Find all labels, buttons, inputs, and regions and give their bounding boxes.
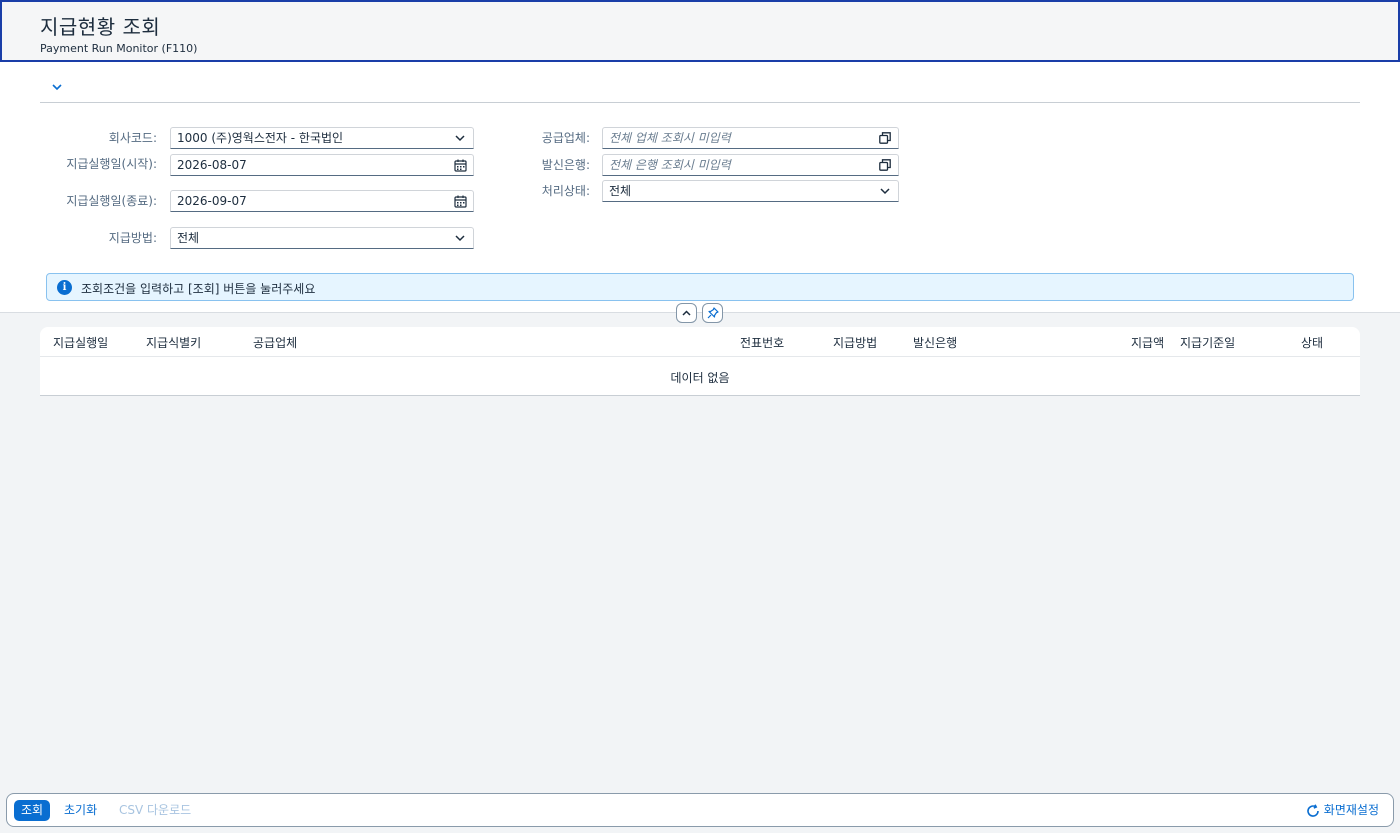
col-header-run-id[interactable]: 지급식별키 [146,334,201,351]
calendar-icon[interactable] [453,194,467,208]
reset-button[interactable]: 초기화 [64,800,97,821]
chevron-up-icon [682,309,691,316]
collapse-header-button[interactable] [676,303,697,323]
col-header-vendor[interactable]: 공급업체 [253,334,297,351]
refresh-icon [1307,803,1319,817]
status-label: 처리상태: [541,184,590,198]
vendor-placeholder: 전체 업체 조회시 미입력 [609,131,731,145]
col-header-house-bank[interactable]: 발신은행 [913,334,957,351]
page-subtitle: Payment Run Monitor (F110) [40,42,198,55]
screen-reset-button[interactable]: 화면재설정 [1306,800,1379,821]
chevron-down-icon [52,84,62,91]
pay-date-to-value: 2026-09-07 [177,194,247,208]
calendar-icon[interactable] [453,158,467,172]
col-header-pay-method[interactable]: 지급방법 [833,334,877,351]
app-root: 지급현황 조회 Payment Run Monitor (F110) 회사코드:… [0,0,1400,833]
value-help-icon[interactable] [878,158,892,172]
company-code-select[interactable]: 1000 (주)영웍스전자 - 한국법인 [170,127,474,149]
pay-method-value: 전체 [177,231,200,245]
info-message-strip: i 조회조건을 입력하고 [조회] 버튼을 눌러주세요 [46,273,1354,301]
csv-download-button[interactable]: CSV 다운로드 [119,800,191,821]
pay-date-from-value: 2026-08-07 [177,158,247,172]
pay-date-from-label: 지급실행일(시작): [66,157,157,171]
filter-collapse-toggle[interactable] [50,81,64,95]
pay-method-label: 지급방법: [108,231,157,245]
filter-bar: 회사코드: 1000 (주)영웍스전자 - 한국법인 지급실행일(시작): 20… [0,62,1400,313]
status-select[interactable]: 전체 [602,180,899,202]
search-button[interactable]: 조회 [14,800,51,821]
page-header: 지급현황 조회 Payment Run Monitor (F110) [0,0,1400,62]
pin-header-button[interactable] [702,303,723,323]
col-header-base-date[interactable]: 지급기준일 [1180,334,1235,351]
chevron-down-icon [453,231,467,245]
screen-reset-label: 화면재설정 [1323,803,1379,817]
footer-toolbar: 조회 초기화 CSV 다운로드 화면재설정 [6,793,1394,827]
col-header-pay-date[interactable]: 지급실행일 [53,334,108,351]
pay-date-from-input[interactable]: 2026-08-07 [170,154,474,176]
payment-table: 지급실행일 지급식별키 공급업체 전표번호 지급방법 발신은행 지급액 지급기준… [40,327,1360,396]
house-bank-label: 발신은행: [541,158,590,172]
value-help-icon[interactable] [878,131,892,145]
house-bank-input[interactable]: 전체 은행 조회시 미입력 [602,154,899,176]
table-header-row: 지급실행일 지급식별키 공급업체 전표번호 지급방법 발신은행 지급액 지급기준… [40,327,1360,357]
page-title: 지급현황 조회 [40,15,161,39]
pay-date-to-input[interactable]: 2026-09-07 [170,190,474,212]
pay-date-to-label: 지급실행일(종료): [66,194,157,208]
chevron-down-icon [878,184,892,198]
col-header-doc-no[interactable]: 전표번호 [740,334,784,351]
col-header-amount[interactable]: 지급액 [1131,334,1164,351]
chevron-down-icon [453,131,467,145]
vendor-label: 공급업체: [541,131,590,145]
pay-method-select[interactable]: 전체 [170,227,474,249]
pin-icon [707,307,719,319]
info-message-text: 조회조건을 입력하고 [조회] 버튼을 눌러주세요 [81,282,316,296]
vendor-input[interactable]: 전체 업체 조회시 미입력 [602,127,899,149]
company-code-value: 1000 (주)영웍스전자 - 한국법인 [177,131,344,145]
filter-divider [40,102,1360,103]
company-code-label: 회사코드: [108,131,157,145]
table-empty-text: 데이터 없음 [670,371,730,385]
status-value: 전체 [609,184,632,198]
col-header-status[interactable]: 상태 [1301,334,1323,351]
house-bank-placeholder: 전체 은행 조회시 미입력 [609,158,731,172]
info-icon: i [57,280,72,295]
